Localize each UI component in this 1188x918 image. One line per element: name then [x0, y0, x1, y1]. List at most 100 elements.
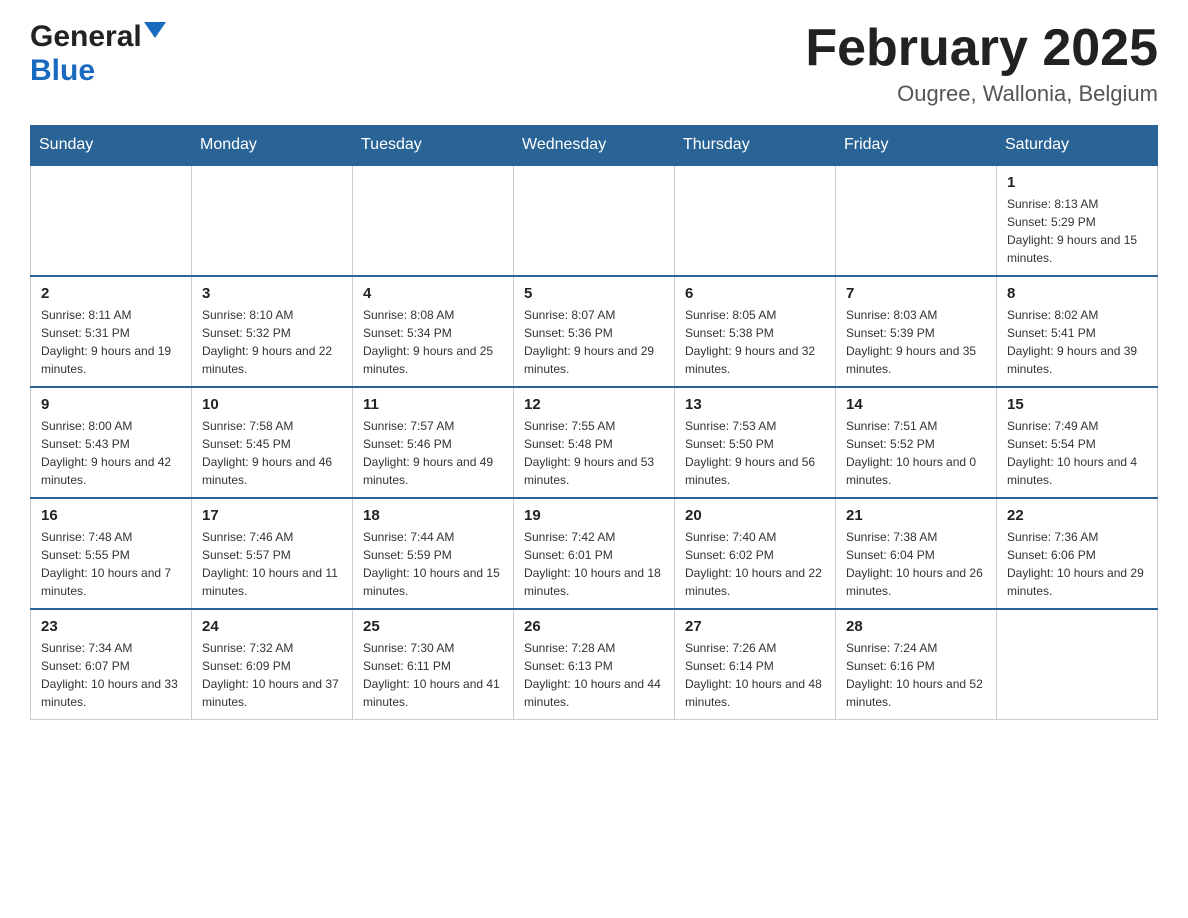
day-number: 19	[524, 507, 664, 524]
calendar-day-cell	[675, 165, 836, 276]
day-number: 23	[41, 618, 181, 635]
calendar-week-row: 23 Sunrise: 7:34 AMSunset: 6:07 PMDayligh…	[31, 609, 1158, 720]
day-info: Sunrise: 7:44 AMSunset: 5:59 PMDaylight:…	[363, 528, 503, 600]
calendar-day-cell: 3 Sunrise: 8:10 AMSunset: 5:32 PMDaylight…	[192, 276, 353, 387]
logo-triangle-icon	[144, 22, 166, 44]
day-info: Sunrise: 8:08 AMSunset: 5:34 PMDaylight:…	[363, 306, 503, 378]
day-number: 2	[41, 285, 181, 302]
day-of-week-header: Thursday	[675, 126, 836, 166]
day-info: Sunrise: 8:02 AMSunset: 5:41 PMDaylight:…	[1007, 306, 1147, 378]
day-info: Sunrise: 7:49 AMSunset: 5:54 PMDaylight:…	[1007, 417, 1147, 489]
calendar-day-cell: 8 Sunrise: 8:02 AMSunset: 5:41 PMDaylight…	[997, 276, 1158, 387]
day-number: 10	[202, 396, 342, 413]
calendar-day-cell: 20 Sunrise: 7:40 AMSunset: 6:02 PMDayligh…	[675, 498, 836, 609]
day-info: Sunrise: 7:40 AMSunset: 6:02 PMDaylight:…	[685, 528, 825, 600]
day-number: 4	[363, 285, 503, 302]
logo-general-text: General	[30, 20, 142, 54]
day-number: 8	[1007, 285, 1147, 302]
day-info: Sunrise: 7:24 AMSunset: 6:16 PMDaylight:…	[846, 639, 986, 711]
calendar-week-row: 2 Sunrise: 8:11 AMSunset: 5:31 PMDaylight…	[31, 276, 1158, 387]
calendar-day-cell: 23 Sunrise: 7:34 AMSunset: 6:07 PMDayligh…	[31, 609, 192, 720]
day-number: 17	[202, 507, 342, 524]
day-info: Sunrise: 7:46 AMSunset: 5:57 PMDaylight:…	[202, 528, 342, 600]
day-info: Sunrise: 7:34 AMSunset: 6:07 PMDaylight:…	[41, 639, 181, 711]
calendar-day-cell	[997, 609, 1158, 720]
day-number: 3	[202, 285, 342, 302]
day-number: 7	[846, 285, 986, 302]
logo: General Blue	[30, 20, 166, 88]
day-info: Sunrise: 7:42 AMSunset: 6:01 PMDaylight:…	[524, 528, 664, 600]
calendar-day-cell: 27 Sunrise: 7:26 AMSunset: 6:14 PMDayligh…	[675, 609, 836, 720]
calendar-day-cell: 16 Sunrise: 7:48 AMSunset: 5:55 PMDayligh…	[31, 498, 192, 609]
calendar-day-cell: 18 Sunrise: 7:44 AMSunset: 5:59 PMDayligh…	[353, 498, 514, 609]
calendar-header-row: SundayMondayTuesdayWednesdayThursdayFrid…	[31, 126, 1158, 166]
calendar-day-cell: 28 Sunrise: 7:24 AMSunset: 6:16 PMDayligh…	[836, 609, 997, 720]
day-info: Sunrise: 7:32 AMSunset: 6:09 PMDaylight:…	[202, 639, 342, 711]
day-number: 11	[363, 396, 503, 413]
day-number: 20	[685, 507, 825, 524]
calendar-day-cell: 1Sunrise: 8:13 AMSunset: 5:29 PMDaylight…	[997, 165, 1158, 276]
calendar-day-cell: 11 Sunrise: 7:57 AMSunset: 5:46 PMDayligh…	[353, 387, 514, 498]
day-number: 16	[41, 507, 181, 524]
calendar-day-cell: 26Sunrise: 7:28 AMSunset: 6:13 PMDayligh…	[514, 609, 675, 720]
calendar-week-row: 1Sunrise: 8:13 AMSunset: 5:29 PMDaylight…	[31, 165, 1158, 276]
day-number: 18	[363, 507, 503, 524]
calendar-day-cell	[514, 165, 675, 276]
day-number: 25	[363, 618, 503, 635]
calendar-day-cell: 9 Sunrise: 8:00 AMSunset: 5:43 PMDaylight…	[31, 387, 192, 498]
day-info: Sunrise: 8:10 AMSunset: 5:32 PMDaylight:…	[202, 306, 342, 378]
calendar-week-row: 16 Sunrise: 7:48 AMSunset: 5:55 PMDayligh…	[31, 498, 1158, 609]
day-number: 14	[846, 396, 986, 413]
day-info: Sunrise: 7:28 AMSunset: 6:13 PMDaylight:…	[524, 639, 664, 711]
calendar-day-cell: 24Sunrise: 7:32 AMSunset: 6:09 PMDayligh…	[192, 609, 353, 720]
calendar-day-cell: 5 Sunrise: 8:07 AMSunset: 5:36 PMDaylight…	[514, 276, 675, 387]
day-info: Sunrise: 7:48 AMSunset: 5:55 PMDaylight:…	[41, 528, 181, 600]
day-number: 12	[524, 396, 664, 413]
day-number: 28	[846, 618, 986, 635]
calendar-day-cell	[192, 165, 353, 276]
day-info: Sunrise: 7:38 AMSunset: 6:04 PMDaylight:…	[846, 528, 986, 600]
day-number: 13	[685, 396, 825, 413]
calendar-day-cell: 21 Sunrise: 7:38 AMSunset: 6:04 PMDayligh…	[836, 498, 997, 609]
day-info: Sunrise: 7:58 AMSunset: 5:45 PMDaylight:…	[202, 417, 342, 489]
calendar-day-cell: 19 Sunrise: 7:42 AMSunset: 6:01 PMDayligh…	[514, 498, 675, 609]
day-number: 5	[524, 285, 664, 302]
day-info: Sunrise: 8:07 AMSunset: 5:36 PMDaylight:…	[524, 306, 664, 378]
day-number: 1	[1007, 174, 1147, 191]
day-number: 27	[685, 618, 825, 635]
location-subtitle: Ougree, Wallonia, Belgium	[805, 81, 1158, 107]
day-number: 21	[846, 507, 986, 524]
day-info: Sunrise: 8:03 AMSunset: 5:39 PMDaylight:…	[846, 306, 986, 378]
calendar-day-cell	[836, 165, 997, 276]
day-info: Sunrise: 7:26 AMSunset: 6:14 PMDaylight:…	[685, 639, 825, 711]
day-info: Sunrise: 7:30 AMSunset: 6:11 PMDaylight:…	[363, 639, 503, 711]
day-number: 9	[41, 396, 181, 413]
day-info: Sunrise: 7:57 AMSunset: 5:46 PMDaylight:…	[363, 417, 503, 489]
title-block: February 2025 Ougree, Wallonia, Belgium	[805, 20, 1158, 107]
calendar-day-cell: 7 Sunrise: 8:03 AMSunset: 5:39 PMDaylight…	[836, 276, 997, 387]
day-info: Sunrise: 8:00 AMSunset: 5:43 PMDaylight:…	[41, 417, 181, 489]
day-info: Sunrise: 7:51 AMSunset: 5:52 PMDaylight:…	[846, 417, 986, 489]
day-number: 6	[685, 285, 825, 302]
calendar-day-cell	[353, 165, 514, 276]
day-info: Sunrise: 8:05 AMSunset: 5:38 PMDaylight:…	[685, 306, 825, 378]
month-title: February 2025	[805, 20, 1158, 77]
day-info: Sunrise: 7:55 AMSunset: 5:48 PMDaylight:…	[524, 417, 664, 489]
calendar-day-cell: 10 Sunrise: 7:58 AMSunset: 5:45 PMDayligh…	[192, 387, 353, 498]
day-of-week-header: Saturday	[997, 126, 1158, 166]
logo-blue-text: Blue	[30, 54, 95, 88]
calendar-day-cell: 15Sunrise: 7:49 AMSunset: 5:54 PMDayligh…	[997, 387, 1158, 498]
day-info: Sunrise: 8:11 AMSunset: 5:31 PMDaylight:…	[41, 306, 181, 378]
calendar-day-cell	[31, 165, 192, 276]
calendar-day-cell: 22 Sunrise: 7:36 AMSunset: 6:06 PMDayligh…	[997, 498, 1158, 609]
calendar-week-row: 9 Sunrise: 8:00 AMSunset: 5:43 PMDaylight…	[31, 387, 1158, 498]
day-of-week-header: Sunday	[31, 126, 192, 166]
calendar-day-cell: 12 Sunrise: 7:55 AMSunset: 5:48 PMDayligh…	[514, 387, 675, 498]
calendar-day-cell: 2 Sunrise: 8:11 AMSunset: 5:31 PMDaylight…	[31, 276, 192, 387]
calendar-day-cell: 6 Sunrise: 8:05 AMSunset: 5:38 PMDaylight…	[675, 276, 836, 387]
day-of-week-header: Wednesday	[514, 126, 675, 166]
day-info: Sunrise: 7:53 AMSunset: 5:50 PMDaylight:…	[685, 417, 825, 489]
day-info: Sunrise: 7:36 AMSunset: 6:06 PMDaylight:…	[1007, 528, 1147, 600]
calendar-day-cell: 13 Sunrise: 7:53 AMSunset: 5:50 PMDayligh…	[675, 387, 836, 498]
day-number: 22	[1007, 507, 1147, 524]
